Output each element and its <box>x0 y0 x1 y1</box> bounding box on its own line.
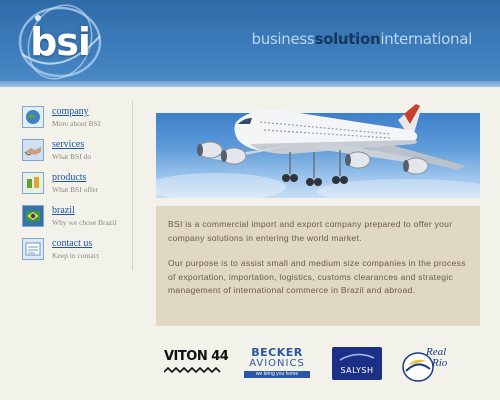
nav-divider <box>132 100 133 270</box>
salysh-badge: SALYSH <box>332 347 382 380</box>
realrio-text-rio: Rio <box>432 357 448 369</box>
nav-brazil-label[interactable]: brazil <box>52 205 75 216</box>
about-paragraph-1: BSI is a commercial import and export co… <box>168 219 453 243</box>
airplane-illustration <box>197 104 466 186</box>
about-paragraph-2: Our purpose is to assist small and mediu… <box>168 258 466 296</box>
header-stripe <box>0 81 500 87</box>
tagline-solution: solution <box>314 30 381 48</box>
nav-item-brazil[interactable]: brazil Why we chose Brazil <box>22 203 134 236</box>
partner-becker-logo[interactable]: BECKER AVIONICS we bring you home <box>238 344 316 384</box>
salysh-swoosh-icon <box>339 353 375 361</box>
viton-text: VITON 44 <box>164 349 229 364</box>
avionics-text: AVIONICS <box>249 358 305 369</box>
products-icon <box>22 172 44 194</box>
nav-services-subtitle: What BSI do <box>52 152 92 161</box>
nav-contact-subtitle: Keep in contact <box>52 251 100 260</box>
nav-item-products[interactable]: products What BSI offer <box>22 170 134 203</box>
salysh-text: SALYSH <box>340 366 374 375</box>
nav-products-label[interactable]: products <box>52 172 86 183</box>
partner-salysh-logo[interactable]: SALYSH <box>332 344 382 384</box>
nav-company-subtitle: More about BSI <box>52 119 101 128</box>
site-tagline: businesssolutioninternational <box>251 30 472 48</box>
nav-products-subtitle: What BSI offer <box>52 185 99 194</box>
globe-icon <box>22 106 44 128</box>
nav-contact-label[interactable]: contact us <box>52 238 92 249</box>
partner-logos: VITON 44 BECKER AVIONICS we bring you ho… <box>156 344 480 384</box>
nav-brazil-subtitle: Why we chose Brazil <box>52 218 117 227</box>
nav-item-contact[interactable]: contact us Keep in contact <box>22 236 134 269</box>
viton-wave-icon <box>164 367 221 374</box>
nav-company-label[interactable]: company <box>52 106 89 117</box>
site-header: bsi businesssolutioninternational <box>0 0 500 87</box>
partner-viton-logo[interactable]: VITON 44 <box>164 344 229 384</box>
logo-text[interactable]: bsi <box>14 2 106 82</box>
partner-realrio-logo[interactable]: Real Rio <box>400 344 458 384</box>
nav-item-company[interactable]: company More about BSI <box>22 104 134 137</box>
brazil-flag-icon <box>22 205 44 227</box>
handshake-icon <box>22 139 44 161</box>
becker-text: BECKER <box>251 346 303 359</box>
tagline-international: international <box>380 30 472 48</box>
nav-item-services[interactable]: services What BSI do <box>22 137 134 170</box>
contact-icon <box>22 238 44 260</box>
tagline-business: business <box>251 30 315 48</box>
becker-tagline: we bring you home <box>244 371 310 378</box>
main-nav: company More about BSI services What BSI… <box>22 104 134 269</box>
about-panel: BSI is a commercial import and export co… <box>156 206 480 326</box>
nav-services-label[interactable]: services <box>52 139 84 150</box>
